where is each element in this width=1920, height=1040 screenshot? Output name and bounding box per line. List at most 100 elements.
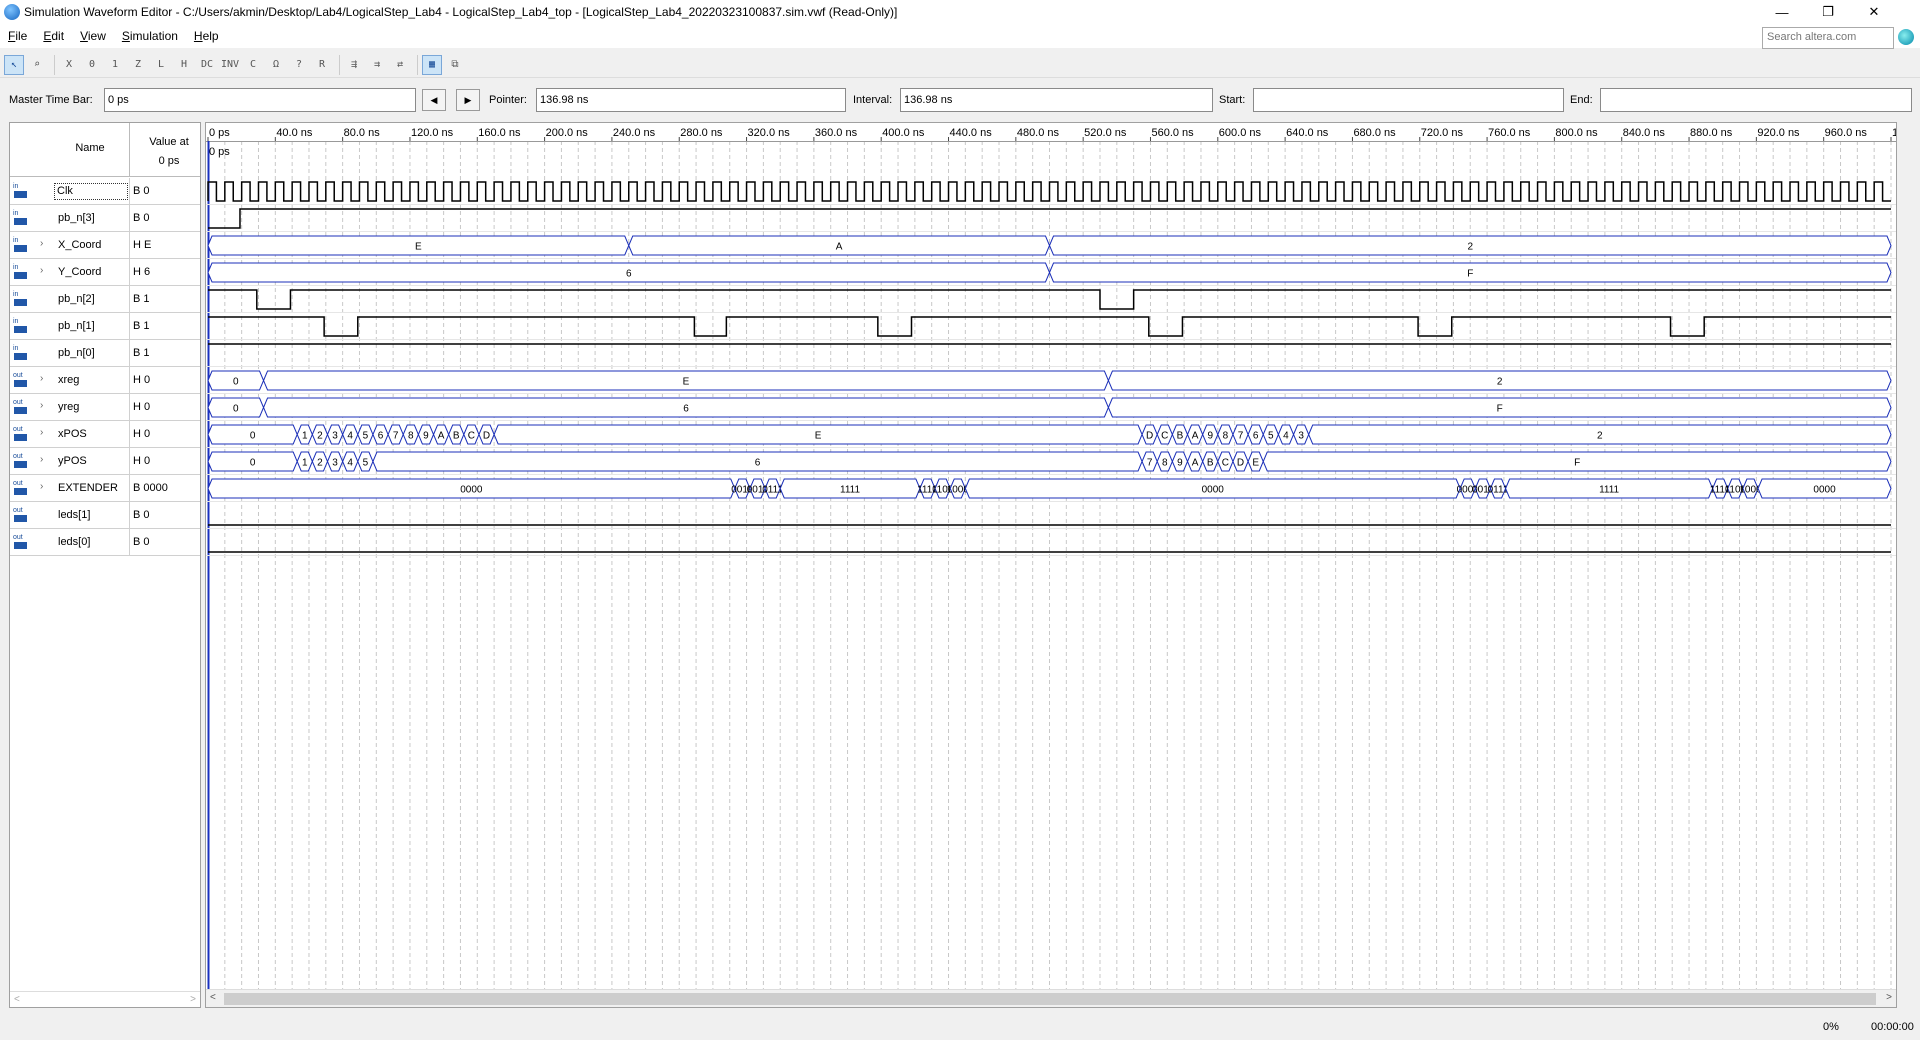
grid-icon[interactable]: ⇉: [367, 55, 387, 75]
output-pin-icon: out: [13, 399, 31, 416]
count-value-icon[interactable]: C: [243, 55, 263, 75]
expand-chevron-icon[interactable]: ›: [40, 454, 43, 465]
signal-row[interactable]: in › X_Coord H E: [10, 232, 200, 259]
sort-icon[interactable]: ⇄: [390, 55, 410, 75]
time-tick-label: 720.0 ns: [1421, 127, 1464, 139]
arbitrary-value-icon[interactable]: R: [312, 55, 332, 75]
bus-waveform: 0 6 F: [207, 397, 1892, 418]
signal-row[interactable]: out › yreg H 0: [10, 394, 200, 421]
expand-chevron-icon[interactable]: ›: [40, 427, 43, 438]
waveform-canvas[interactable]: 0 ps 40.0 ns 80.0 ns 120.0 ns 160.0 ns 200.0 …: [206, 123, 1896, 989]
close-button[interactable]: ✕: [1851, 0, 1897, 24]
menu-item[interactable]: View: [72, 29, 114, 43]
search-input[interactable]: Search altera.com: [1762, 27, 1894, 49]
pin-direction-label: in: [13, 210, 19, 217]
signal-list-scrollbar[interactable]: < >: [10, 991, 200, 1007]
end-field[interactable]: [1600, 88, 1912, 112]
snap-to-grid-icon[interactable]: ⇶: [344, 55, 364, 75]
expand-chevron-icon[interactable]: ›: [40, 265, 43, 276]
force-high-impedance-icon[interactable]: Z: [128, 55, 148, 75]
force-weak-low-icon[interactable]: L: [151, 55, 171, 75]
signal-row[interactable]: out leds[0] B 0: [10, 529, 200, 556]
expand-chevron-icon[interactable]: ›: [40, 373, 43, 384]
scroll-right-icon[interactable]: >: [190, 994, 196, 1005]
time-tick-label: 200.0 ns: [546, 127, 589, 139]
signal-row[interactable]: in Clk B 0: [10, 178, 200, 205]
bus-value-label: F: [1574, 458, 1580, 469]
globe-icon[interactable]: [1898, 29, 1914, 45]
toolbar-separator: [417, 54, 418, 75]
previous-transition-button[interactable]: ◀: [422, 89, 446, 111]
signal-row[interactable]: out › yPOS H 0: [10, 448, 200, 475]
signal-name: xreg: [58, 374, 80, 386]
title-bar: Simulation Waveform Editor - C:/Users/ak…: [0, 0, 1920, 24]
scroll-left-icon[interactable]: <: [14, 994, 20, 1005]
signal-row[interactable]: out leds[1] B 0: [10, 502, 200, 529]
column-divider: [129, 232, 130, 259]
selection-tool-icon[interactable]: ↖: [4, 54, 24, 75]
signal-row[interactable]: in pb_n[2] B 1: [10, 286, 200, 313]
bus-value-label: 1: [302, 458, 308, 469]
menu-item[interactable]: Simulation: [114, 29, 186, 43]
name-column-header[interactable]: Name: [50, 142, 130, 154]
column-divider: [129, 367, 130, 394]
time-tick-label: 160.0 ns: [478, 127, 521, 139]
toolbar-separator: [339, 54, 340, 75]
force-low-icon[interactable]: 0: [82, 55, 102, 75]
bus-waveform: 6F: [207, 262, 1892, 283]
time-tick-label: 640.0 ns: [1286, 127, 1329, 139]
scroll-left-icon[interactable]: <: [210, 992, 216, 1003]
menu-item[interactable]: File: [0, 29, 35, 43]
force-high-icon[interactable]: 1: [105, 55, 125, 75]
interval-field[interactable]: 136.98 ns: [900, 88, 1213, 112]
bus-value-label: C: [468, 431, 475, 442]
force-weak-high-icon[interactable]: H: [174, 55, 194, 75]
overwrite-clock-icon[interactable]: Ω: [266, 55, 286, 75]
input-pin-icon: in: [13, 183, 31, 200]
bus-value-label: B: [1207, 458, 1214, 469]
menu-accelerator: S: [121, 29, 130, 43]
signal-row[interactable]: out › EXTENDER B 0000: [10, 475, 200, 502]
group-icon[interactable]: ⧉: [445, 55, 465, 75]
zoom-tool-icon[interactable]: ⌕: [27, 55, 47, 75]
show-grid-icon[interactable]: ▦: [422, 54, 442, 75]
bus-value-label: 9: [1177, 458, 1183, 469]
value-column-header[interactable]: Value at 0 ps: [138, 133, 200, 171]
time-tick-label: 240.0 ns: [613, 127, 656, 139]
master-time-bar-field[interactable]: 0 ps: [104, 88, 416, 112]
bus-value-label: 1: [302, 431, 308, 442]
minimize-button[interactable]: —: [1759, 0, 1805, 24]
menu-item[interactable]: Help: [186, 29, 227, 43]
signal-row[interactable]: in › Y_Coord H 6: [10, 259, 200, 286]
signal-row[interactable]: out › xPOS H 0: [10, 421, 200, 448]
bus-value-label: 8: [1162, 458, 1168, 469]
output-pin-icon: out: [13, 372, 31, 389]
waveform-panel[interactable]: 0 ps 40.0 ns 80.0 ns 120.0 ns 160.0 ns 200.0 …: [205, 122, 1897, 1008]
force-dont-care-icon[interactable]: DC: [197, 55, 217, 75]
scroll-right-icon[interactable]: >: [1886, 992, 1892, 1003]
signal-value: H 0: [133, 374, 151, 386]
random-values-icon[interactable]: ?: [289, 55, 309, 75]
expand-chevron-icon[interactable]: ›: [40, 238, 43, 249]
waveform-horizontal-scrollbar[interactable]: < >: [206, 989, 1896, 1007]
expand-chevron-icon[interactable]: ›: [40, 400, 43, 411]
column-divider: [129, 340, 130, 367]
pointer-label: Pointer:: [489, 94, 527, 106]
restore-button[interactable]: ❐: [1805, 0, 1851, 24]
column-divider[interactable]: [129, 123, 130, 177]
signal-row[interactable]: in pb_n[1] B 1: [10, 313, 200, 340]
next-transition-button[interactable]: ▶: [456, 89, 480, 111]
pointer-field[interactable]: 136.98 ns: [536, 88, 846, 112]
waveform-vertical-scrollbar[interactable]: [1900, 122, 1918, 1008]
scrollbar-thumb[interactable]: [224, 993, 1876, 1005]
signal-row[interactable]: in pb_n[3] B 0: [10, 205, 200, 232]
menu-item[interactable]: Edit: [35, 29, 72, 43]
bus-value-label: 0: [233, 377, 239, 388]
start-label: Start:: [1219, 94, 1246, 106]
expand-chevron-icon[interactable]: ›: [40, 481, 43, 492]
force-unknown-icon[interactable]: X: [59, 55, 79, 75]
invert-icon[interactable]: INV: [220, 55, 240, 75]
start-field[interactable]: [1253, 88, 1564, 112]
signal-row[interactable]: out › xreg H 0: [10, 367, 200, 394]
signal-row[interactable]: in pb_n[0] B 1: [10, 340, 200, 367]
